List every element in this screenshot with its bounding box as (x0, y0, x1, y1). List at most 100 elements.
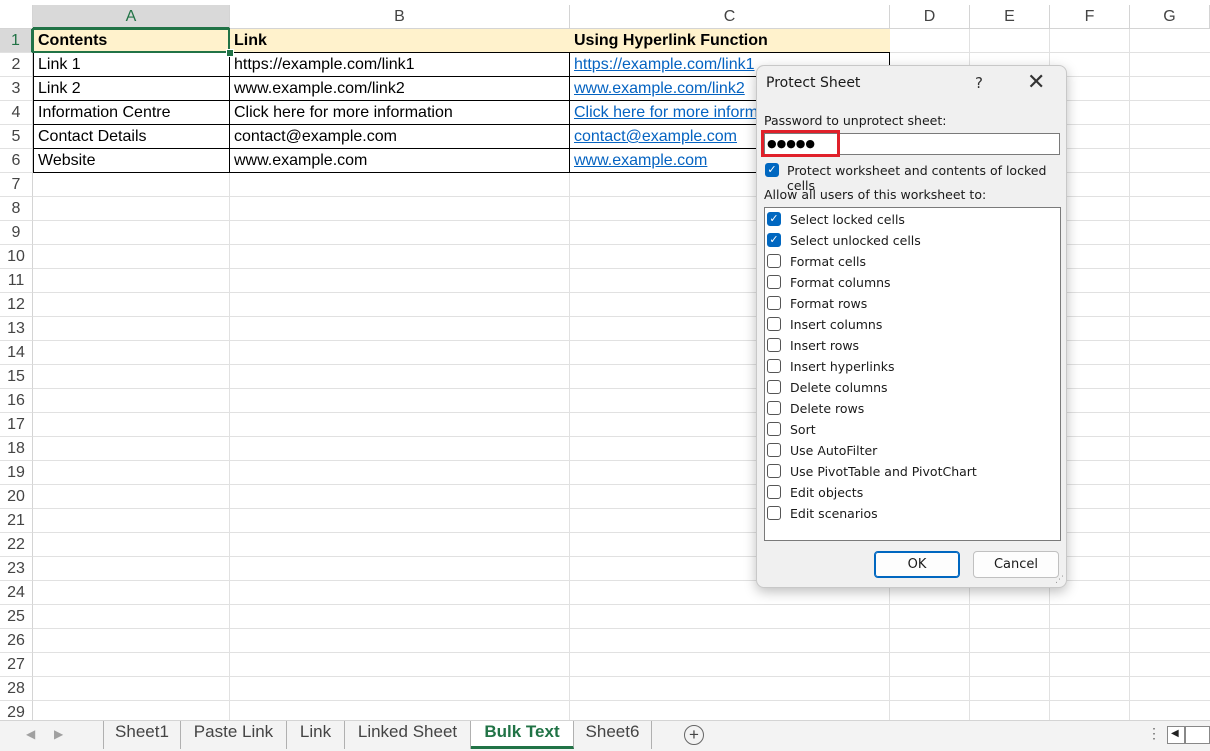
row-header[interactable]: 13 (0, 317, 33, 341)
permission-checkbox[interactable] (767, 296, 781, 310)
tab-link[interactable]: Link (287, 721, 345, 749)
column-header-e[interactable]: E (970, 5, 1050, 29)
split-handle-icon[interactable]: ⋮ (1147, 725, 1161, 742)
permission-checkbox[interactable] (767, 506, 781, 520)
cell-a6[interactable]: Website (34, 149, 230, 173)
column-header-d[interactable]: D (890, 5, 970, 29)
permission-item[interactable]: Format rows (765, 294, 1055, 315)
row-header[interactable]: 20 (0, 485, 33, 509)
cell-c1[interactable]: Using Hyperlink Function (570, 29, 890, 53)
cancel-button[interactable]: Cancel (973, 551, 1059, 578)
add-sheet-icon[interactable]: + (684, 725, 704, 745)
row-header[interactable]: 24 (0, 581, 33, 605)
row-header[interactable]: 1 (0, 29, 33, 53)
highlight-box (761, 130, 840, 157)
row-header[interactable]: 28 (0, 677, 33, 701)
permission-item[interactable]: Insert hyperlinks (765, 357, 1055, 378)
password-label: Password to unprotect sheet: (764, 113, 947, 128)
tab-linked-sheet[interactable]: Linked Sheet (345, 721, 471, 749)
permission-item[interactable]: Insert columns (765, 315, 1055, 336)
column-header-a[interactable]: A (33, 5, 230, 29)
permission-item[interactable]: ✓ Select locked cells (765, 210, 1055, 231)
help-button[interactable]: ? (975, 74, 983, 92)
cell-a4[interactable]: Information Centre (34, 101, 230, 125)
row-header[interactable]: 23 (0, 557, 33, 581)
row-header[interactable]: 18 (0, 437, 33, 461)
permission-item[interactable]: Use AutoFilter (765, 441, 1055, 462)
cell-a3[interactable]: Link 2 (34, 77, 230, 101)
permission-item[interactable]: Format cells (765, 252, 1055, 273)
ok-button[interactable]: OK (874, 551, 960, 578)
row-header[interactable]: 26 (0, 629, 33, 653)
row-header[interactable]: 9 (0, 221, 33, 245)
protect-checkbox[interactable]: ✓ (765, 163, 779, 177)
row-header[interactable]: 14 (0, 341, 33, 365)
permission-item[interactable]: Edit objects (765, 483, 1055, 504)
tab-sheet6[interactable]: Sheet6 (574, 721, 652, 749)
horizontal-scrollbar[interactable] (1185, 726, 1210, 744)
cell-b3[interactable]: www.example.com/link2 (230, 77, 570, 101)
close-icon[interactable]: ✕ (1027, 70, 1045, 95)
row-header[interactable]: 17 (0, 413, 33, 437)
row-header[interactable]: 27 (0, 653, 33, 677)
permission-checkbox[interactable] (767, 443, 781, 457)
permission-checkbox[interactable] (767, 380, 781, 394)
permission-checkbox[interactable] (767, 275, 781, 289)
row-header[interactable]: 10 (0, 245, 33, 269)
permission-item[interactable]: Edit scenarios (765, 504, 1055, 525)
permission-label: Format rows (790, 296, 868, 311)
tab-sheet1[interactable]: Sheet1 (104, 721, 181, 749)
permission-item[interactable]: Delete rows (765, 399, 1055, 420)
resize-grip-icon[interactable]: ⋰ (1055, 575, 1064, 585)
cell-b4[interactable]: Click here for more information (230, 101, 570, 125)
cell-a5[interactable]: Contact Details (34, 125, 230, 149)
permission-item[interactable]: Format columns (765, 273, 1055, 294)
row-header[interactable]: 6 (0, 149, 33, 173)
permission-item[interactable]: Insert rows (765, 336, 1055, 357)
row-header[interactable]: 15 (0, 365, 33, 389)
column-header-c[interactable]: C (570, 5, 890, 29)
row-header[interactable]: 7 (0, 173, 33, 197)
cell-b5[interactable]: contact@example.com (230, 125, 570, 149)
cell-b2[interactable]: https://example.com/link1 (230, 53, 570, 77)
permission-checkbox[interactable]: ✓ (767, 212, 781, 226)
row-header[interactable]: 19 (0, 461, 33, 485)
permission-item[interactable]: Use PivotTable and PivotChart (765, 462, 1055, 483)
tab-scroll-left-icon[interactable]: ◀ (26, 727, 35, 741)
row-header[interactable]: 22 (0, 533, 33, 557)
permission-checkbox[interactable] (767, 254, 781, 268)
column-header-g[interactable]: G (1130, 5, 1210, 29)
tab-scroll-right-icon[interactable]: ▶ (54, 727, 63, 741)
cell-b1[interactable]: Link (230, 29, 570, 53)
permission-checkbox[interactable]: ✓ (767, 233, 781, 247)
row-header[interactable]: 4 (0, 101, 33, 125)
permission-item[interactable]: ✓ Select unlocked cells (765, 231, 1055, 252)
fill-handle[interactable] (226, 49, 234, 57)
row-header[interactable]: 16 (0, 389, 33, 413)
permission-checkbox[interactable] (767, 401, 781, 415)
permission-checkbox[interactable] (767, 464, 781, 478)
select-all-corner[interactable] (0, 5, 33, 29)
row-header[interactable]: 8 (0, 197, 33, 221)
row-header[interactable]: 2 (0, 53, 33, 77)
row-header[interactable]: 21 (0, 509, 33, 533)
scroll-left-button[interactable]: ◀ (1167, 726, 1185, 744)
permission-checkbox[interactable] (767, 422, 781, 436)
cell-a2[interactable]: Link 1 (34, 53, 230, 77)
column-header-f[interactable]: F (1050, 5, 1130, 29)
column-header-b[interactable]: B (230, 5, 570, 29)
tab-paste-link[interactable]: Paste Link (181, 721, 287, 749)
row-header[interactable]: 5 (0, 125, 33, 149)
permission-checkbox[interactable] (767, 338, 781, 352)
row-header[interactable]: 25 (0, 605, 33, 629)
row-header[interactable]: 12 (0, 293, 33, 317)
row-header[interactable]: 3 (0, 77, 33, 101)
row-header[interactable]: 11 (0, 269, 33, 293)
permission-item[interactable]: Delete columns (765, 378, 1055, 399)
tab-bulk-text[interactable]: Bulk Text (471, 721, 574, 749)
permission-item[interactable]: Sort (765, 420, 1055, 441)
permission-checkbox[interactable] (767, 317, 781, 331)
permission-checkbox[interactable] (767, 485, 781, 499)
permission-checkbox[interactable] (767, 359, 781, 373)
cell-b6[interactable]: www.example.com (230, 149, 570, 173)
